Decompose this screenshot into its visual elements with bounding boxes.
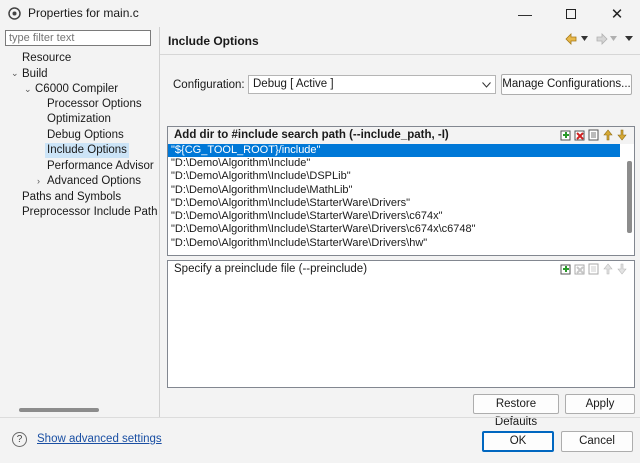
forward-arrow-icon[interactable] (594, 33, 608, 45)
list-item[interactable]: "D:\Demo\Algorithm\Include\StarterWare\D… (168, 210, 620, 223)
tree-item-build[interactable]: Build (22, 67, 48, 82)
move-down-icon[interactable] (616, 129, 628, 141)
manage-configurations-button[interactable]: Manage Configurations... (501, 74, 632, 95)
move-up-icon[interactable] (602, 263, 614, 275)
ok-button[interactable]: OK (482, 431, 554, 452)
add-icon[interactable] (560, 129, 572, 141)
apply-button[interactable]: Apply (565, 394, 635, 414)
move-up-icon[interactable] (602, 129, 614, 141)
chevron-down-icon[interactable]: ⌄ (24, 82, 32, 97)
filter-input[interactable] (5, 30, 151, 46)
list-item[interactable]: "D:\Demo\Algorithm\Include\StarterWare\D… (168, 197, 620, 210)
chevron-right-icon[interactable]: › (37, 174, 40, 189)
move-down-icon[interactable] (616, 263, 628, 275)
delete-icon[interactable] (574, 263, 586, 275)
minimize-button[interactable]: — (502, 0, 548, 27)
chevron-down-icon[interactable] (610, 36, 617, 42)
chevron-down-icon (482, 82, 491, 88)
tree-item-resource[interactable]: Resource (22, 51, 71, 66)
tree-item-paths-and-symbols[interactable]: Paths and Symbols (22, 190, 121, 205)
tree-item-include-options[interactable]: Include Options (45, 143, 129, 158)
window-title: Properties for main.c (28, 6, 139, 20)
include-path-panel: Add dir to #include search path (--inclu… (167, 126, 635, 256)
list-item[interactable]: "D:\Demo\Algorithm\Include\DSPLib" (168, 170, 620, 183)
navigation-pane: Resource ⌄ Build ⌄ C6000 Compiler Proces… (0, 27, 159, 417)
tree-item-debug-options[interactable]: Debug Options (47, 128, 124, 143)
chevron-down-icon[interactable]: ⌄ (11, 66, 19, 81)
list-item[interactable]: "D:\Demo\Algorithm\Include\StarterWare\D… (168, 237, 620, 250)
add-icon[interactable] (560, 263, 572, 275)
preinclude-heading: Specify a preinclude file (--preinclude) (174, 263, 368, 275)
configuration-value: Debug [ Active ] (253, 78, 334, 90)
title-bar: Properties for main.c — ✕ (0, 0, 640, 27)
close-button[interactable]: ✕ (594, 0, 640, 27)
history-nav (565, 32, 637, 46)
show-advanced-settings-link[interactable]: Show advanced settings (37, 433, 162, 445)
close-icon: ✕ (610, 5, 624, 23)
cancel-button[interactable]: Cancel (561, 431, 633, 452)
vertical-scrollbar[interactable] (627, 161, 632, 233)
edit-icon[interactable] (588, 263, 600, 275)
configuration-select[interactable]: Debug [ Active ] (248, 75, 496, 94)
page-title: Include Options (168, 34, 259, 48)
back-arrow-icon[interactable] (565, 33, 579, 45)
preinclude-panel: Specify a preinclude file (--preinclude) (167, 260, 635, 388)
edit-icon[interactable] (588, 129, 600, 141)
maximize-button[interactable] (548, 0, 594, 27)
tree-item-optimization[interactable]: Optimization (47, 112, 111, 127)
include-path-heading: Add dir to #include search path (--inclu… (174, 129, 449, 141)
tree-item-preprocessor-include-paths[interactable]: Preprocessor Include Paths (22, 205, 158, 220)
title-separator (160, 54, 640, 55)
horizontal-scrollbar[interactable] (19, 408, 99, 412)
tree-item-processor-options[interactable]: Processor Options (47, 97, 142, 112)
include-path-header: Add dir to #include search path (--inclu… (168, 127, 634, 144)
tree-item-advanced-options[interactable]: Advanced Options (47, 174, 141, 189)
list-item[interactable]: "${CG_TOOL_ROOT}/include" (168, 144, 620, 157)
chevron-down-icon[interactable] (581, 36, 588, 42)
help-icon[interactable]: ? (12, 432, 27, 447)
restore-defaults-button[interactable]: Restore Defaults (473, 394, 559, 428)
footer-separator (0, 417, 640, 418)
content-pane: Include Options Configuration: Debug [ A… (160, 27, 640, 428)
app-gear-icon (8, 7, 21, 20)
minimize-icon: — (518, 5, 532, 22)
include-path-toolbar (560, 129, 632, 142)
tree-item-performance-advisor[interactable]: Performance Advisor (47, 159, 154, 174)
view-menu-icon[interactable] (625, 36, 633, 42)
list-item[interactable]: "D:\Demo\Algorithm\Include" (168, 157, 620, 170)
list-item[interactable]: "D:\Demo\Algorithm\Include\StarterWare\D… (168, 223, 620, 236)
list-item[interactable]: "D:\Demo\Algorithm\Include\MathLib" (168, 184, 620, 197)
preinclude-header: Specify a preinclude file (--preinclude) (168, 261, 634, 278)
maximize-icon (566, 8, 576, 19)
tree-item-c6000-compiler[interactable]: C6000 Compiler (35, 82, 118, 97)
configuration-label: Configuration: (173, 79, 245, 91)
preinclude-toolbar (560, 263, 632, 276)
delete-icon[interactable] (574, 129, 586, 141)
